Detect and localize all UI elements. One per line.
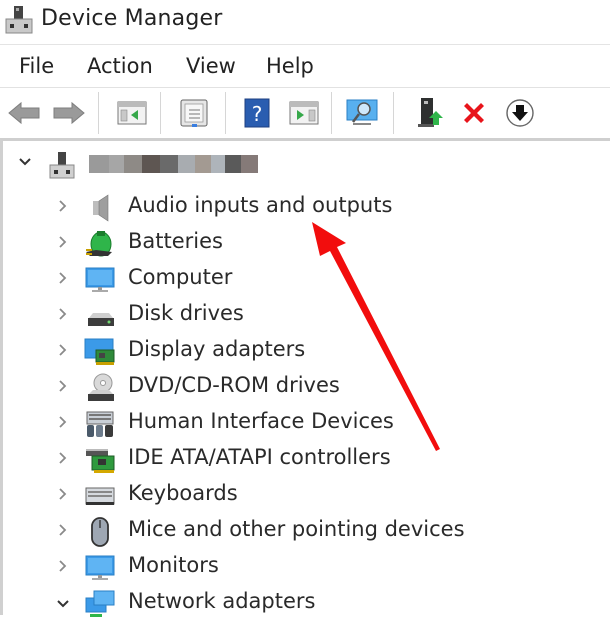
update-driver-icon [418,98,443,127]
chevron-right-icon[interactable] [56,306,70,324]
monitor-icon [84,552,116,584]
hid-icon [84,408,116,440]
chevron-right-icon[interactable] [56,558,70,576]
mouse-icon [84,516,116,548]
tree-item[interactable]: Computer [0,262,600,298]
toolbar-separator [331,92,332,134]
toolbar-separator [225,92,226,134]
red-x-icon [464,103,484,123]
tree-item[interactable]: Batteries [0,226,600,262]
tree-item[interactable]: Network adapters [0,586,600,622]
ide-controller-icon [84,444,116,476]
disk-drive-icon [84,300,116,332]
down-arrow-circle-icon [506,99,534,127]
arrow-left-icon [8,101,40,125]
chevron-right-icon[interactable] [56,270,70,288]
properties-button[interactable] [177,96,211,130]
tree-item-label: DVD/CD-ROM drives [128,373,340,397]
tree-item[interactable]: Audio inputs and outputs [0,190,600,226]
display-adapter-icon [84,336,116,368]
chevron-right-icon[interactable] [56,342,70,360]
tree-item[interactable]: Display adapters [0,334,600,370]
title-bar: Device Manager [0,0,610,44]
tree-item-label: Disk drives [128,301,244,325]
menu-view[interactable]: View [186,54,236,78]
help-icon: ? [244,98,270,128]
scan-monitor-icon [346,99,378,125]
battery-icon [84,228,116,260]
computer-root-icon [49,152,75,179]
tree-item-label: Human Interface Devices [128,409,394,433]
tree-item-label: Keyboards [128,481,238,505]
back-button[interactable] [7,96,41,130]
tree-item-label: Mice and other pointing devices [128,517,465,541]
chevron-right-icon[interactable] [56,234,70,252]
network-adapter-icon [84,588,116,620]
menu-file[interactable]: File [19,54,54,78]
forward-button[interactable] [52,96,86,130]
chevron-right-icon[interactable] [56,486,70,504]
chevron-right-icon[interactable] [56,198,70,216]
arrow-right-icon [53,101,85,125]
chevron-right-icon[interactable] [56,522,70,540]
tree-item-label: Network adapters [128,589,316,613]
menu-action[interactable]: Action [87,54,153,78]
show-hide-console-tree-button[interactable] [115,96,149,130]
tree-item[interactable]: Keyboards [0,478,600,514]
toolbar-separator [393,92,394,134]
toolbar-separator [98,92,99,134]
monitor-icon [84,264,116,296]
scan-hardware-changes-button[interactable] [345,96,379,130]
tree-item[interactable]: Mice and other pointing devices [0,514,600,550]
chevron-right-icon[interactable] [56,378,70,396]
dvd-drive-icon [84,372,116,404]
chevron-right-icon[interactable] [56,450,70,468]
tree-item[interactable]: IDE ATA/ATAPI controllers [0,442,600,478]
device-manager-icon [5,6,33,34]
menu-bar: File Action View Help [0,44,610,89]
window-title: Device Manager [41,6,223,31]
keyboard-icon [84,480,116,512]
disable-device-button[interactable] [503,96,537,130]
chevron-down-icon[interactable] [56,596,70,614]
toolbar: ? [0,88,610,138]
tree-item-label: Display adapters [128,337,306,361]
chevron-right-icon[interactable] [56,414,70,432]
tree-item[interactable]: DVD/CD-ROM drives [0,370,600,406]
menu-help[interactable]: Help [266,54,314,78]
tree-item-label: Audio inputs and outputs [128,193,393,217]
tree-item-label: Monitors [128,553,219,577]
tree-item-label: Batteries [128,229,223,253]
tree-item[interactable]: Human Interface Devices [0,406,600,442]
properties-icon [180,99,208,127]
tree-item[interactable]: Monitors [0,550,600,586]
tree-item[interactable]: Disk drives [0,298,600,334]
uninstall-device-button[interactable] [457,96,491,130]
tree-item-label: Computer [128,265,233,289]
speaker-icon [84,192,116,224]
redacted-computer-name [89,155,258,173]
console-tree-icon [117,101,147,125]
help-button[interactable]: ? [240,96,274,130]
show-hide-action-pane-button[interactable] [287,96,321,130]
toolbar-separator [160,92,161,134]
chevron-down-icon[interactable] [18,154,32,172]
tree-item-label: IDE ATA/ATAPI controllers [128,445,391,469]
update-driver-button[interactable] [414,96,448,130]
svg-text:?: ? [252,102,263,126]
action-pane-icon [289,101,319,125]
